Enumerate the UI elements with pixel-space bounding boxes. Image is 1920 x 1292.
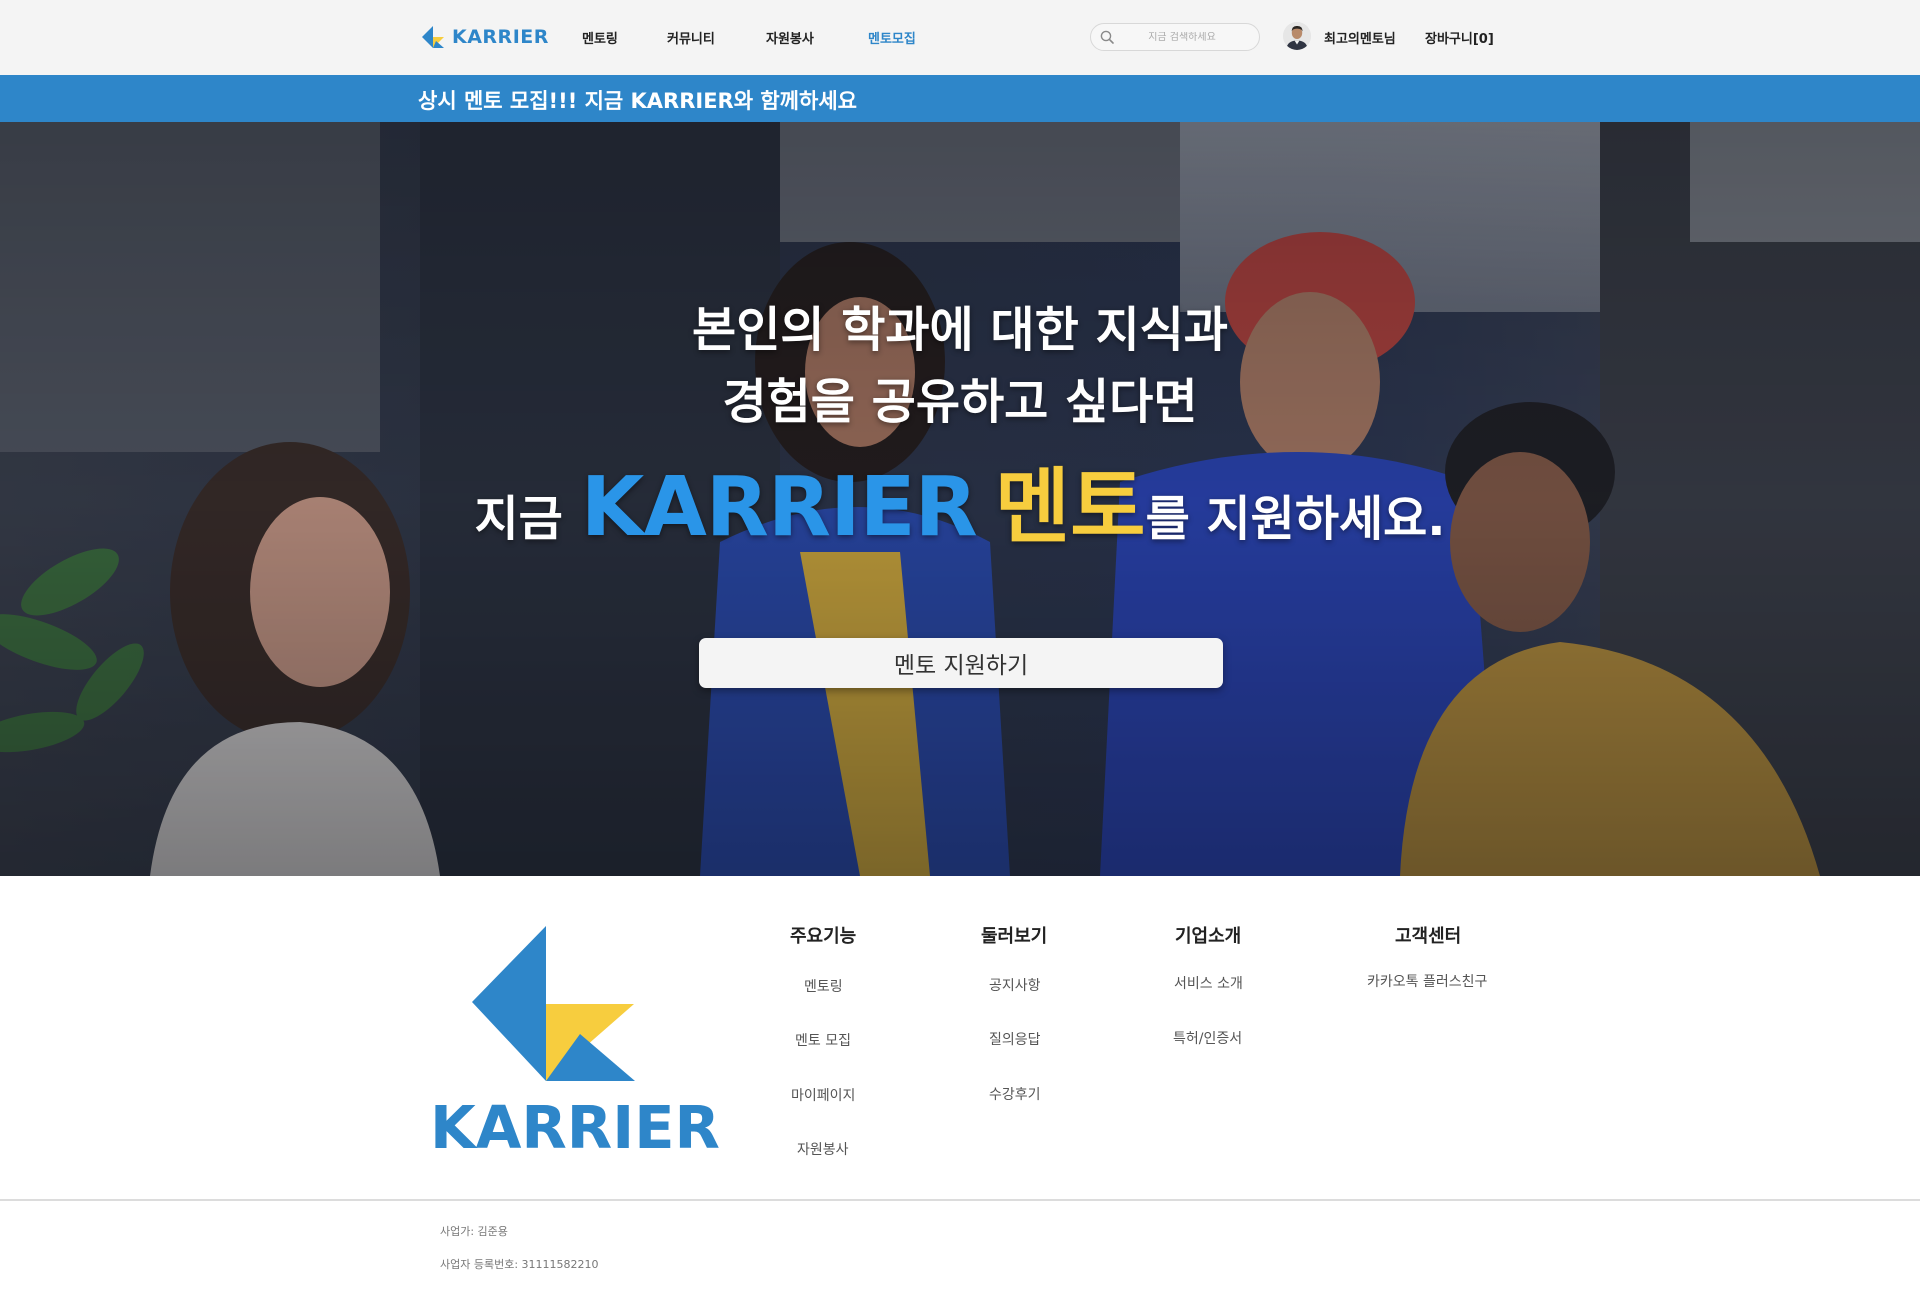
hero-line3-brand: KARRIER [580, 460, 978, 555]
footer-link-qna[interactable]: 질의응답 [989, 1029, 1041, 1049]
karrier-logo-icon [422, 26, 444, 48]
brand-name: KARRIER [452, 26, 549, 48]
footer-link-mentor-recruit[interactable]: 멘토 모집 [795, 1030, 851, 1050]
karrier-logo-icon [472, 926, 635, 1081]
footer-logo-text: KARRIER [430, 1093, 720, 1162]
menu-item-community[interactable]: 커뮤니티 [667, 28, 715, 47]
hero-line3-prefix: 지금 [474, 491, 563, 547]
cart-link[interactable]: 장바구니[0] [1425, 28, 1494, 47]
user-name[interactable]: 최고의멘토님 [1324, 28, 1396, 47]
footer-divider [0, 1199, 1920, 1201]
menu-item-volunteer[interactable]: 자원봉사 [766, 28, 814, 47]
footer-link-service-intro[interactable]: 서비스 소개 [1174, 973, 1243, 993]
search-icon[interactable] [1099, 29, 1115, 45]
menu-item-mentoring[interactable]: 멘토링 [582, 28, 618, 47]
hero-headline-line3: 지금 KARRIER 멘토를 지원하세요. [0, 440, 1920, 559]
hero-line3-role: 멘토 [994, 460, 1146, 555]
footer-link-notice[interactable]: 공지사항 [989, 975, 1041, 995]
footer-column-title: 고객센터 [1395, 926, 1462, 947]
apply-mentor-button[interactable]: 멘토 지원하기 [699, 638, 1223, 688]
hero-headline-line2: 경험을 공유하고 싶다면 [722, 374, 1198, 430]
search-box[interactable] [1090, 23, 1260, 51]
footer-link-mentoring[interactable]: 멘토링 [804, 976, 843, 996]
notice-banner: 상시 멘토 모집!!! 지금 KARRIER와 함께하세요 [0, 75, 1920, 122]
hero-line3-suffix: 를 지원하세요. [1145, 491, 1446, 547]
avatar-icon [1283, 22, 1311, 50]
hero-section: 본인의 학과에 대한 지식과 경험을 공유하고 싶다면 지금 KARRIER 멘토를… [0, 122, 1920, 876]
hero-headline-line1: 본인의 학과에 대한 지식과 [692, 302, 1228, 358]
footer-link-kakao[interactable]: 카카오톡 플러스친구 [1367, 971, 1487, 991]
footer-column-title: 기업소개 [1175, 926, 1242, 947]
top-navigation: KARRIER 멘토링 커뮤니티 자원봉사 멘토모집 최고의멘토님 장바구니[0… [0, 0, 1920, 75]
footer-link-mypage[interactable]: 마이페이지 [791, 1085, 855, 1105]
avatar[interactable] [1283, 22, 1311, 50]
business-registration-number: 사업자 등록번호: 31111582210 [440, 1258, 599, 1271]
notice-text: 상시 멘토 모집!!! 지금 KARRIER와 함께하세요 [418, 89, 857, 113]
footer-column-title: 주요기능 [790, 926, 857, 947]
footer-link-reviews[interactable]: 수강후기 [989, 1084, 1041, 1104]
brand-logo[interactable]: KARRIER [420, 24, 549, 50]
menu-item-mentor-recruit[interactable]: 멘토모집 [868, 28, 916, 47]
footer-link-volunteer[interactable]: 자원봉사 [797, 1139, 849, 1159]
footer-column-title: 둘러보기 [981, 926, 1048, 947]
footer-link-patent[interactable]: 특허/인증서 [1173, 1028, 1242, 1048]
search-input[interactable] [1117, 31, 1247, 43]
business-owner: 사업가: 김준용 [440, 1225, 508, 1238]
